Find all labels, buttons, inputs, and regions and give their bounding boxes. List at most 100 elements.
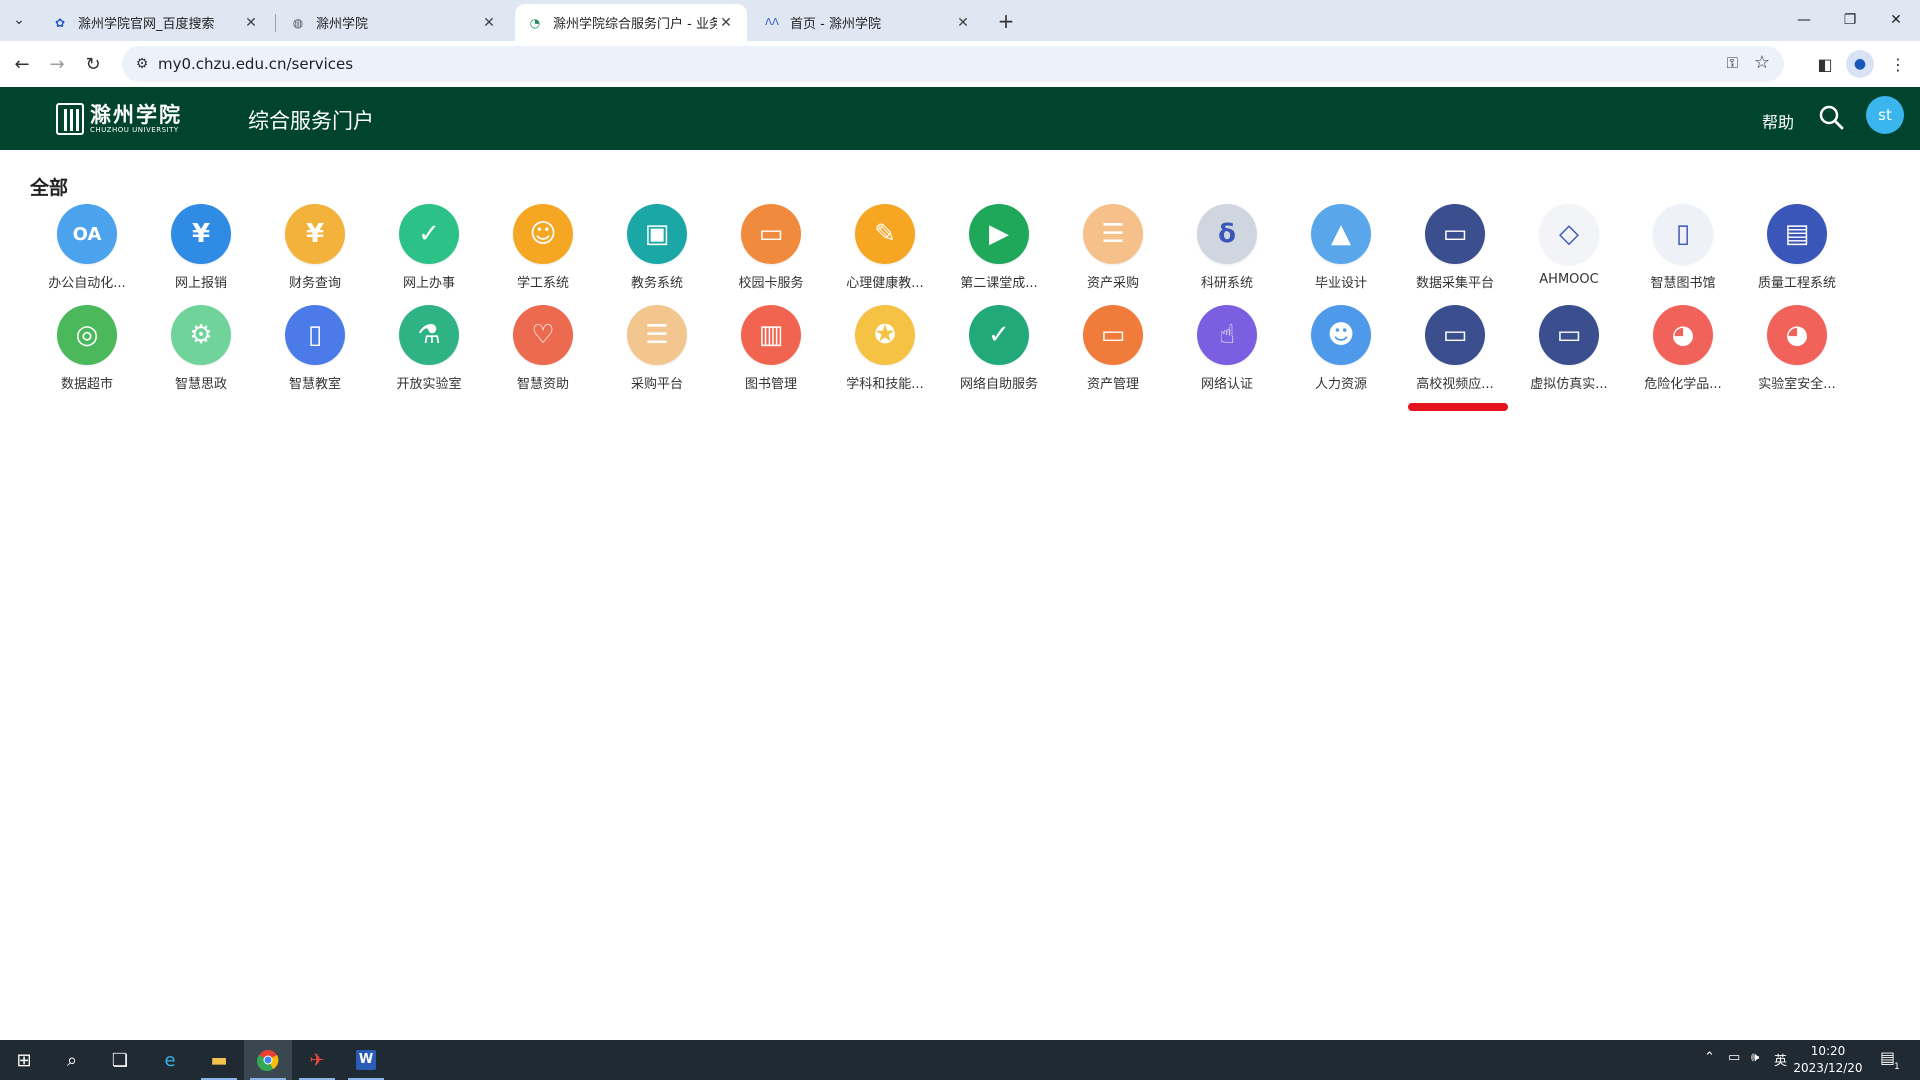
app-tile[interactable]: ▣ 教务系统 [600,201,714,302]
app-tile[interactable]: ▭ 校园卡服务 [714,201,828,302]
app-tile[interactable]: ☻ 人力资源 [1284,302,1398,403]
app-label[interactable]: 数据采集平台 [1400,272,1510,291]
app-tile[interactable]: ⚙ 智慧思政 [144,302,258,403]
close-tab-icon[interactable]: ✕ [717,14,735,32]
app-label[interactable]: 资产管理 [1058,373,1168,392]
network-icon[interactable]: ▭ [1728,1050,1740,1065]
app-tile[interactable]: ◕ 危险化学品... [1626,302,1740,403]
reload-icon[interactable]: ↻ [79,50,107,78]
clipboard-icon[interactable]: ☰ [1083,204,1143,264]
yen-hand-icon[interactable]: ¥ [171,204,231,264]
app-label[interactable]: 资产采购 [1058,272,1168,291]
wifi-finger-icon[interactable]: ☝ [1197,305,1257,365]
word-app-icon[interactable]: W [342,1040,390,1080]
app-label[interactable]: AHMOOC [1514,272,1624,287]
feishu-app-icon[interactable]: ✈ [293,1040,341,1080]
app-tile[interactable]: ▤ 质量工程系统 [1740,201,1854,302]
app-label[interactable]: 心理健康教... [830,272,940,291]
app-label[interactable]: 教务系统 [602,272,712,291]
minimize-icon[interactable]: — [1781,6,1827,34]
app-label[interactable]: 智慧思政 [146,373,256,392]
database-coins-icon[interactable]: ◎ [57,305,117,365]
close-tab-icon[interactable]: ✕ [480,14,498,32]
app-label[interactable]: 智慧图书馆 [1628,272,1738,291]
app-label[interactable]: 高校视频应... [1400,373,1510,392]
url-text[interactable]: my0.chzu.edu.cn/services [158,55,353,73]
close-tab-icon[interactable]: ✕ [242,14,260,32]
oa-monitor-icon[interactable]: OA [57,204,117,264]
tab-chzu-home[interactable]: ◍ 滁州学院 ✕ [278,4,510,41]
university-logo[interactable]: 滁州学院 CHUZHOU UNIVERSITY [56,100,186,138]
restore-icon[interactable]: ❐ [1827,6,1873,34]
app-tile[interactable]: ☺ 学工系统 [486,201,600,302]
graduation-cap-icon[interactable]: ▲ [1311,204,1371,264]
app-label[interactable]: 校园卡服务 [716,272,826,291]
app-label[interactable]: 危险化学品... [1628,373,1738,392]
network-nodes-icon[interactable]: ◇ [1539,204,1599,264]
app-tile[interactable]: ◎ 数据超市 [30,302,144,403]
profile-icon[interactable]: ● [1846,50,1874,78]
password-key-icon[interactable]: ⚿ [1727,54,1738,72]
hand-heart-icon[interactable]: ♡ [513,305,573,365]
app-tile[interactable]: ▲ 毕业设计 [1284,201,1398,302]
app-tile[interactable]: ✓ 网上办事 [372,201,486,302]
flask-icon[interactable]: ⚗ [399,305,459,365]
back-arrow-icon[interactable]: ← [8,50,36,78]
app-tile[interactable]: ☝ 网络认证 [1170,302,1284,403]
app-label[interactable]: 办公自动化... [32,272,142,291]
ime-indicator[interactable]: 英 [1774,1050,1787,1069]
tray-chevron-up-icon[interactable]: ⌃ [1704,1050,1715,1065]
devices-icon[interactable]: ▣ [627,204,687,264]
app-label[interactable]: 财务查询 [260,272,370,291]
tab-baidu-search[interactable]: ✿ 滁州学院官网_百度搜索 ✕ [40,4,272,41]
app-label[interactable]: 第二课堂成... [944,272,1054,291]
bookmark-book-icon[interactable]: ▯ [1653,204,1713,264]
open-book-icon[interactable]: ▤ [1767,204,1827,264]
app-tile[interactable]: ▥ 图书管理 [714,302,828,403]
app-tile[interactable]: ▭ 高校视频应... [1398,302,1512,403]
laptop-icon[interactable]: ▭ [1425,204,1485,264]
people-icon[interactable]: ☻ [1311,305,1371,365]
finance-doc-icon[interactable]: ¥ [285,204,345,264]
app-label[interactable]: 网上办事 [374,272,484,291]
app-tile[interactable]: ▭ 数据采集平台 [1398,201,1512,302]
close-tab-icon[interactable]: ✕ [954,14,972,32]
hazard-chemical-icon[interactable]: ◕ [1653,305,1713,365]
lab-safety-icon[interactable]: ◕ [1767,305,1827,365]
taskbar-search-icon[interactable]: ⌕ [48,1040,96,1080]
taskbar-clock[interactable]: 10:20 2023/12/20 [1792,1043,1864,1077]
app-label[interactable]: 网络认证 [1172,373,1282,392]
tab-list-chevron-icon[interactable]: ⌄ [6,8,32,32]
app-label[interactable]: 采购平台 [602,373,712,392]
app-tile[interactable]: ◕ 实验室安全... [1740,302,1854,403]
campus-card-icon[interactable]: ▭ [741,204,801,264]
app-tile[interactable]: ▭ 虚拟仿真实... [1512,302,1626,403]
address-bar[interactable]: ⚙ my0.chzu.edu.cn/services ⚿ ☆ [122,46,1784,82]
side-panel-icon[interactable]: ◧ [1811,50,1839,78]
app-tile[interactable]: ◇ AHMOOC [1512,201,1626,302]
app-tile[interactable]: ¥ 网上报销 [144,201,258,302]
new-tab-plus-icon[interactable]: + [993,8,1019,34]
user-avatar[interactable]: st [1866,96,1904,134]
app-label[interactable]: 图书管理 [716,373,826,392]
tab-service-portal[interactable]: ◔ 滁州学院综合服务门户 - 业务系 ✕ [515,4,747,41]
menu-kebab-icon[interactable]: ⋮ [1884,50,1912,78]
app-tile[interactable]: ▶ 第二课堂成... [942,201,1056,302]
search-icon[interactable] [1815,101,1847,133]
laptop-icon[interactable]: ▭ [1425,305,1485,365]
book-icon[interactable]: ▥ [741,305,801,365]
task-view-icon[interactable]: ❏ [96,1040,144,1080]
app-label[interactable]: 学工系统 [488,272,598,291]
app-tile[interactable]: δ 科研系统 [1170,201,1284,302]
app-label[interactable]: 科研系统 [1172,272,1282,291]
app-tile[interactable]: ✪ 学科和技能... [828,302,942,403]
app-label[interactable]: 网络自助服务 [944,373,1054,392]
chrome-icon[interactable] [244,1040,292,1080]
forward-arrow-icon[interactable]: → [43,50,71,78]
app-label[interactable]: 人力资源 [1286,373,1396,392]
app-tile[interactable]: ♡ 智慧资助 [486,302,600,403]
help-link[interactable]: 帮助 [1762,109,1794,133]
app-label[interactable]: 智慧资助 [488,373,598,392]
site-info-icon[interactable]: ⚙ [132,54,152,74]
app-label[interactable]: 实验室安全... [1742,373,1852,392]
